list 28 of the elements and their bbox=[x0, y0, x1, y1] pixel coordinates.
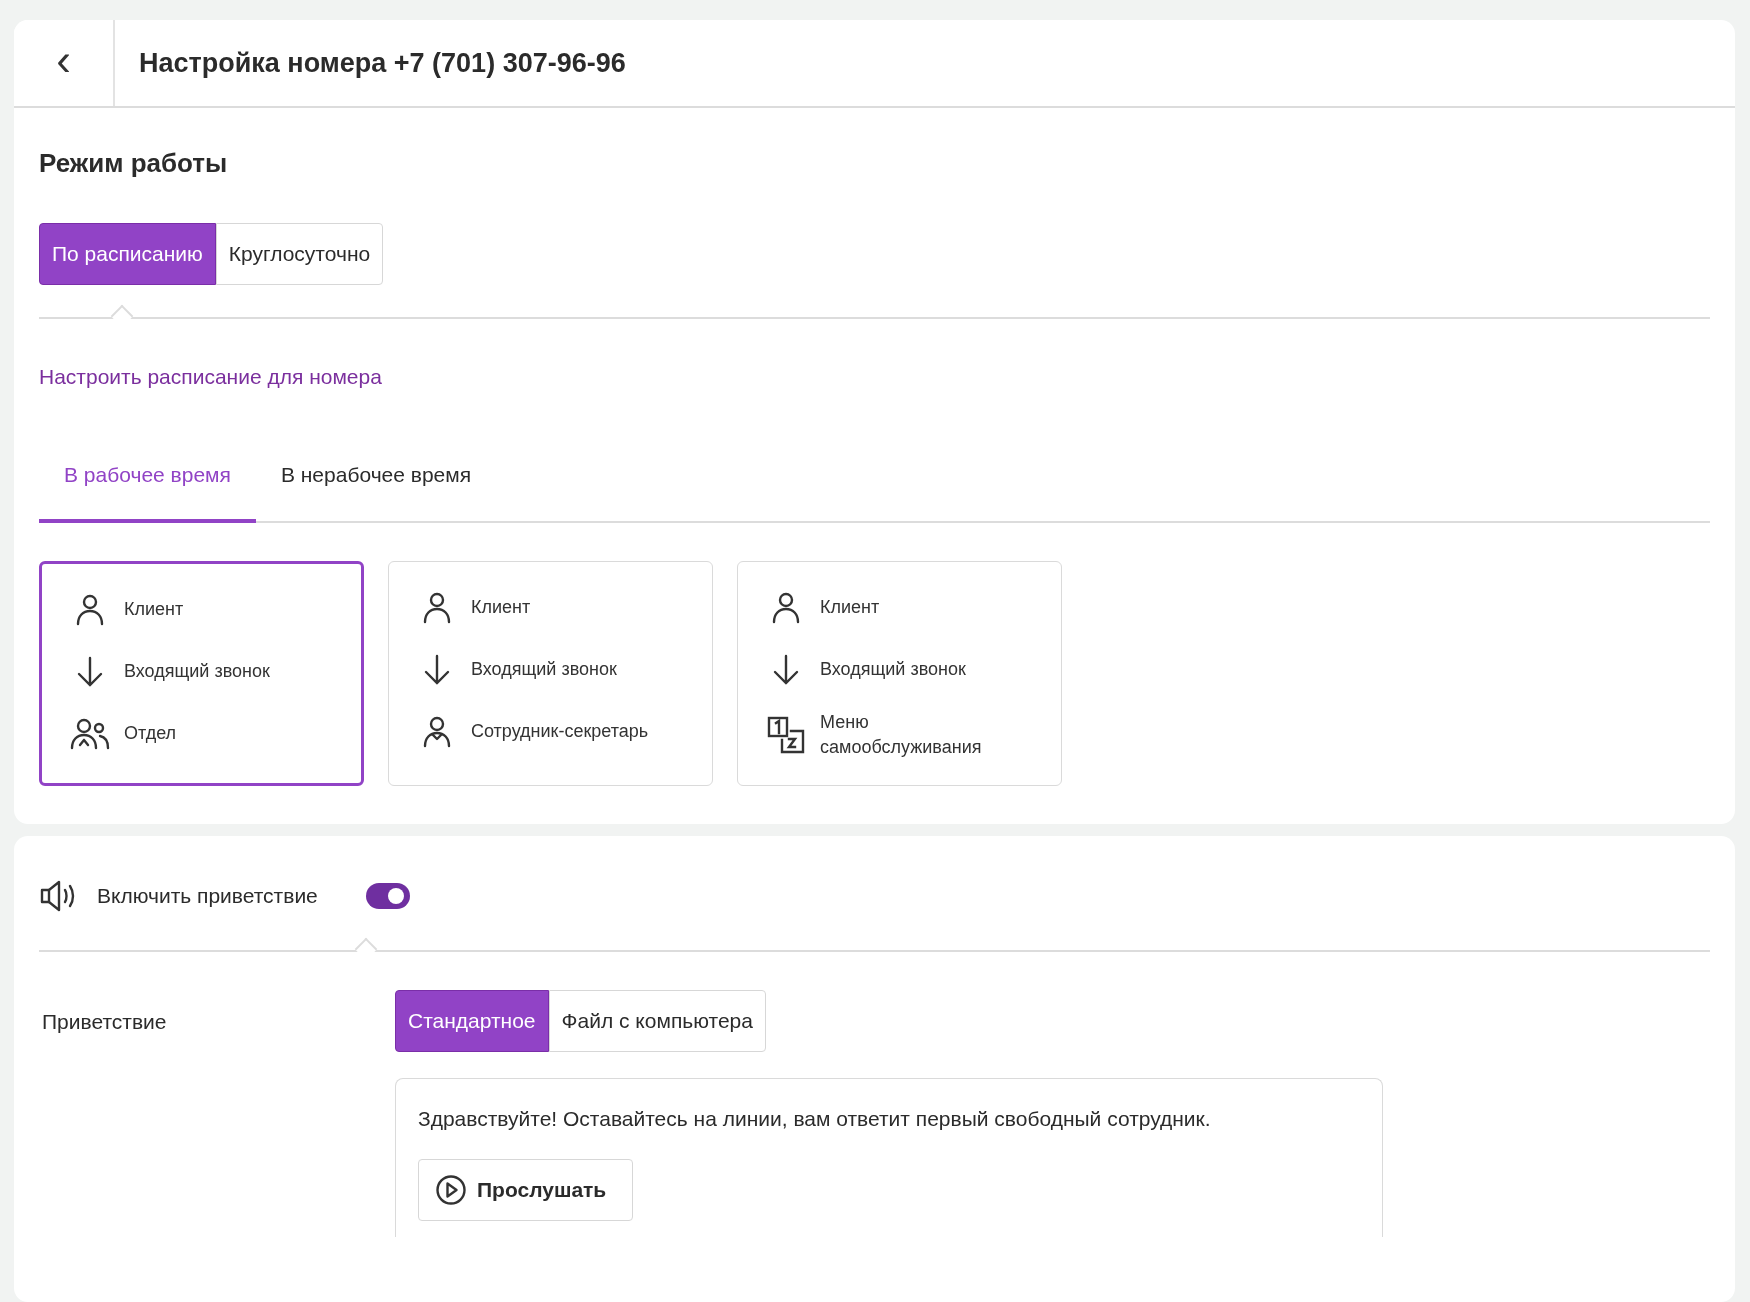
mode-option[interactable]: По расписанию bbox=[39, 223, 216, 285]
step-label: Меню самообслуживания bbox=[820, 711, 983, 760]
step-label: Входящий звонок bbox=[471, 658, 617, 682]
greeting-option[interactable]: Стандартное bbox=[395, 990, 549, 1052]
schedule-link[interactable]: Настроить расписание для номера bbox=[39, 365, 382, 389]
greeting-message: Здравствуйте! Оставайтесь на линии, вам ответит первый свободный сотрудник. bbox=[418, 1107, 1212, 1131]
step-label: Клиент bbox=[820, 596, 880, 620]
mode-option[interactable]: Круглосуточно bbox=[215, 223, 384, 285]
play-icon bbox=[435, 1174, 467, 1206]
time-tab[interactable]: В нерабочее время bbox=[255, 451, 497, 523]
scenario-card[interactable]: Клиент Входящий звонок Сотрудник-секретарь bbox=[388, 561, 713, 786]
step-label: Входящий звонок bbox=[124, 660, 270, 684]
section-title: Режим работы bbox=[39, 148, 229, 179]
greeting-toggle[interactable] bbox=[365, 883, 410, 909]
time-tab[interactable]: В рабочее время bbox=[39, 451, 256, 523]
page-title: Настройка номера +7 (701) 307-96-96 bbox=[139, 47, 626, 79]
step-label: Отдел bbox=[124, 722, 177, 746]
toggle-label: Включить приветствие bbox=[97, 884, 318, 908]
scenario-card[interactable]: Клиент Входящий звонок Меню самообслуживания bbox=[737, 561, 1062, 786]
step-label: Клиент bbox=[124, 598, 184, 622]
greeting-label: Приветствие bbox=[41, 1009, 168, 1035]
listen-button[interactable]: Прослушать bbox=[418, 1159, 634, 1221]
step-label: Входящий звонок bbox=[820, 658, 966, 682]
numbered-menu-icon bbox=[766, 715, 806, 756]
scenario-card[interactable]: Клиент Входящий звонок Отдел bbox=[39, 561, 364, 786]
step-label: Сотрудник-секретарь bbox=[471, 720, 649, 744]
greeting-option[interactable]: Файл с компьютера bbox=[548, 990, 766, 1052]
step-label: Клиент bbox=[471, 596, 531, 620]
